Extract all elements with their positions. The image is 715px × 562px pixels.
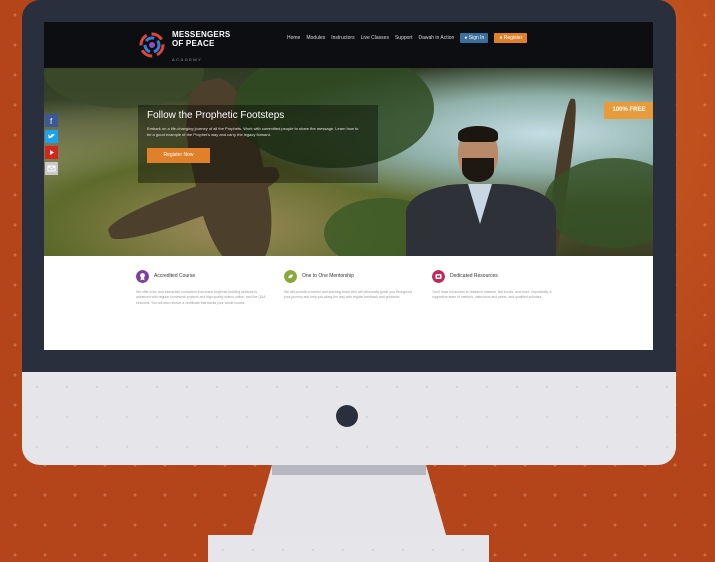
instructor-photo [406, 126, 556, 256]
website-screen: MESSENGERS OF PEACE ACADEMY Home Modules… [44, 22, 653, 350]
feature-description: You'll have full access to research mate… [432, 290, 552, 300]
register-label: Register [503, 35, 523, 41]
nav-modules[interactable]: Modules [306, 35, 325, 41]
monitor-stand-neck [252, 465, 446, 535]
register-now-button[interactable]: Register Now [147, 148, 210, 163]
beard [462, 158, 494, 182]
facebook-icon[interactable]: f [45, 114, 58, 127]
sign-in-button[interactable]: ● Sign In [460, 33, 489, 43]
nav-dawah-in-action[interactable]: Dawah in Action [418, 35, 454, 41]
tree-canopy-left [44, 68, 204, 108]
register-now-label: Register Now [163, 152, 194, 158]
register-button[interactable]: ● Register [494, 33, 528, 43]
hero-title: Follow the Prophetic Footsteps [147, 110, 285, 121]
features-section: Accredited Course We offer a fun and int… [44, 256, 653, 350]
feature-title: Dedicated Resources [450, 273, 498, 279]
hero-description: Embark on a life-changing journey of all… [147, 126, 359, 137]
user-icon: ● [499, 35, 503, 41]
logo-subtitle: ACADEMY [172, 57, 203, 62]
main-nav: Home Modules Instructors Live Classes Su… [287, 33, 528, 43]
email-icon[interactable] [45, 162, 58, 175]
monitor-stand-base [208, 535, 489, 562]
feature-description: We will provide a mentor and teaching te… [284, 290, 412, 300]
feature-title: One to One Mentorship [302, 273, 354, 279]
monitor-button [336, 405, 358, 427]
sign-in-label: Sign In [468, 35, 485, 41]
logo-line-2: OF PEACE [172, 38, 215, 48]
lock-icon: ● [464, 35, 468, 41]
monitor-chin [22, 372, 676, 465]
certificate-icon [136, 270, 149, 283]
hair [458, 126, 498, 142]
nav-live-classes[interactable]: Live Classes [361, 35, 389, 41]
mentorship-icon [284, 270, 297, 283]
youtube-icon[interactable] [45, 146, 58, 159]
nav-home[interactable]: Home [287, 35, 300, 41]
resources-icon [432, 270, 445, 283]
logo-icon[interactable] [136, 29, 168, 61]
nav-support[interactable]: Support [395, 35, 413, 41]
twitter-icon[interactable] [45, 130, 58, 143]
nav-instructors[interactable]: Instructors [331, 35, 354, 41]
site-navbar: MESSENGERS OF PEACE ACADEMY Home Modules… [44, 22, 653, 68]
feature-description: We offer a fun and interactive curriculu… [136, 290, 266, 305]
hero-banner: Follow the Prophetic Footsteps Embark on… [44, 68, 653, 256]
logo-text[interactable]: MESSENGERS OF PEACE [172, 30, 252, 48]
free-badge: 100% FREE [604, 102, 653, 119]
feature-title: Accredited Course [154, 273, 196, 279]
